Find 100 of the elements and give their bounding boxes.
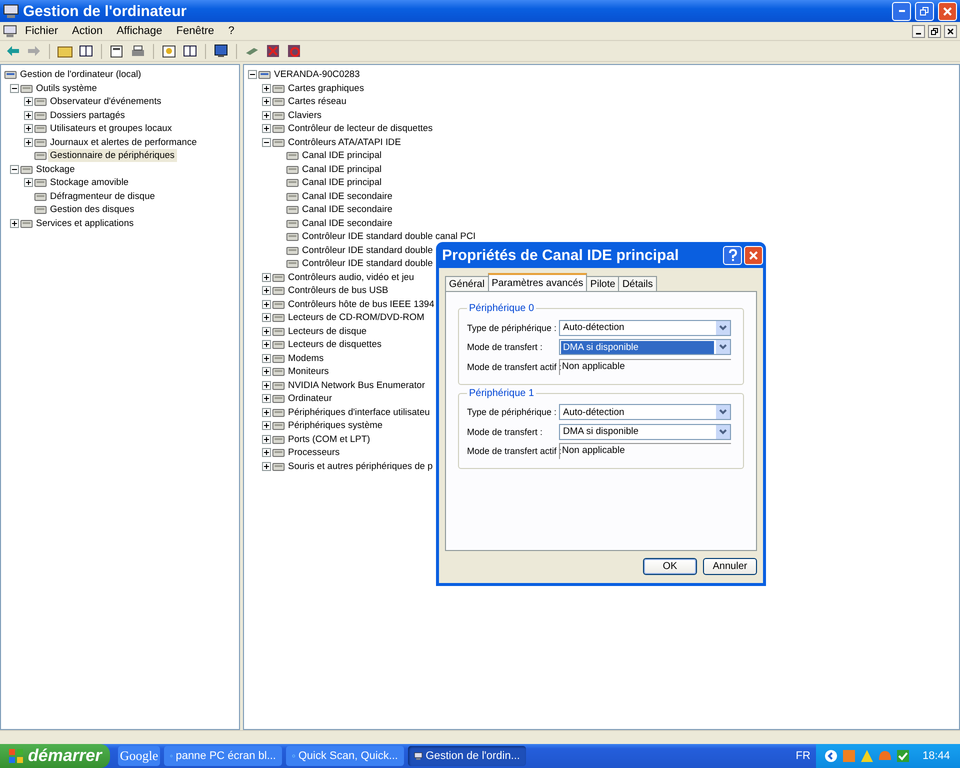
tree-item[interactable]: Lecteurs de disque <box>286 324 369 338</box>
expand-icon[interactable] <box>262 421 271 430</box>
tree-item[interactable]: Outils système <box>34 82 99 95</box>
language-indicator[interactable]: FR <box>796 750 810 762</box>
tree-item[interactable]: Contrôleur IDE standard double <box>300 244 435 257</box>
monitor-icon[interactable] <box>212 42 230 60</box>
expand-icon[interactable] <box>262 434 271 444</box>
collapse-icon[interactable] <box>262 138 271 147</box>
dropdown[interactable]: Auto-détection <box>559 320 731 336</box>
tree-item[interactable]: Contrôleur de lecteur de disquettes <box>286 122 435 136</box>
disable-icon[interactable] <box>285 42 303 60</box>
tree-item[interactable]: Dossiers partagés <box>48 108 127 122</box>
minimize-button[interactable] <box>912 24 925 38</box>
expand-icon[interactable] <box>262 313 271 322</box>
tab[interactable]: Pilote <box>586 276 620 291</box>
expand-icon[interactable] <box>262 367 271 376</box>
tree-item[interactable]: Canal IDE principal <box>300 149 384 162</box>
tree-item[interactable]: Canal IDE principal <box>300 176 384 190</box>
expand-icon[interactable] <box>262 124 271 134</box>
tree-item[interactable]: Canal IDE principal <box>300 162 384 176</box>
collapse-icon[interactable] <box>10 164 19 174</box>
expand-icon[interactable] <box>24 138 33 147</box>
tree-item[interactable]: Canal IDE secondaire <box>300 216 394 230</box>
tree-item[interactable]: Cartes réseau <box>286 95 348 108</box>
tree-item[interactable]: Canal IDE secondaire <box>300 203 394 216</box>
tree-item[interactable]: Contrôleurs de bus USB <box>286 284 390 298</box>
checkmark-icon[interactable] <box>896 749 910 763</box>
expand-icon[interactable] <box>262 462 271 471</box>
collapse-icon[interactable] <box>10 84 19 93</box>
help-icon[interactable] <box>160 42 178 60</box>
expand-icon[interactable] <box>24 97 33 106</box>
tree-item[interactable]: NVIDIA Network Bus Enumerator <box>286 378 427 392</box>
tree-item[interactable]: Cartes graphiques <box>286 82 366 95</box>
menu-item[interactable]: Affichage <box>110 25 168 37</box>
tree-item[interactable]: Lecteurs de disquettes <box>286 338 384 352</box>
tree-item[interactable]: Gestion des disques <box>48 203 136 216</box>
tree-item[interactable]: Ports (COM et LPT) <box>286 432 372 446</box>
expand-icon[interactable] <box>262 110 271 120</box>
tree-item[interactable]: Gestionnaire de périphériques <box>48 149 177 162</box>
dropdown[interactable]: DMA si disponible <box>559 424 731 440</box>
expand-icon[interactable] <box>262 272 271 282</box>
tree-item[interactable]: Canal IDE secondaire <box>300 190 394 203</box>
taskbar-button[interactable]: panne PC écran bl... <box>164 746 282 766</box>
dialog-button[interactable]: Annuler <box>703 558 757 575</box>
dropdown[interactable]: Auto-détection <box>559 404 731 420</box>
tab[interactable]: Paramètres avancés <box>488 273 588 291</box>
tree-item[interactable]: Stockage <box>34 162 77 176</box>
expand-icon[interactable] <box>24 110 33 120</box>
tree-item[interactable]: Journaux et alertes de performance <box>48 136 199 149</box>
remove-icon[interactable] <box>264 42 282 60</box>
menu-item[interactable]: ? <box>222 25 240 37</box>
columns-icon[interactable] <box>181 42 199 60</box>
expand-icon[interactable] <box>262 97 271 106</box>
help-button[interactable] <box>723 246 742 264</box>
expand-icon[interactable] <box>10 218 19 228</box>
tree-item[interactable]: Observateur d'événements <box>48 95 164 108</box>
columns-icon[interactable] <box>77 42 95 60</box>
tree-item[interactable]: Gestion de l'ordinateur (local) <box>18 68 144 82</box>
expand-icon[interactable] <box>262 326 271 336</box>
menu-item[interactable]: Fichier <box>19 25 64 37</box>
menu-item[interactable]: Fenêtre <box>170 25 220 37</box>
tree-item[interactable]: Contrôleurs hôte de bus IEEE 1394 <box>286 298 436 311</box>
tree-item[interactable]: Services et applications <box>34 216 136 230</box>
expand-icon[interactable] <box>262 300 271 309</box>
tab[interactable]: Détails <box>618 276 657 291</box>
tree-item[interactable]: Moniteurs <box>286 365 331 378</box>
tree-item[interactable]: Claviers <box>286 108 324 122</box>
tree-item[interactable]: Contrôleurs ATA/ATAPI IDE <box>286 136 403 149</box>
tree-item[interactable]: Contrôleur IDE standard double canal PCI <box>300 230 478 244</box>
tree-item[interactable]: Utilisateurs et groupes locaux <box>48 122 174 136</box>
tree-item[interactable]: Contrôleur IDE standard double <box>300 257 435 270</box>
expand-icon[interactable] <box>262 286 271 296</box>
tree-item[interactable]: Contrôleurs audio, vidéo et jeu <box>286 270 416 284</box>
tree-item[interactable]: Ordinateur <box>286 392 334 406</box>
tree-item[interactable]: Stockage amovible <box>48 176 131 190</box>
taskbar-button[interactable]: Quick Scan, Quick... <box>286 746 404 766</box>
chevron-icon[interactable] <box>824 749 838 763</box>
collapse-icon[interactable] <box>248 70 257 80</box>
tree-item[interactable]: Périphériques d'interface utilisateu <box>286 406 432 419</box>
expand-icon[interactable] <box>262 84 271 93</box>
tree-item[interactable]: Modems <box>286 352 326 365</box>
expand-icon[interactable] <box>262 380 271 390</box>
dialog-button[interactable]: OK <box>643 558 697 575</box>
expand-icon[interactable] <box>262 394 271 404</box>
tree-item[interactable]: Lecteurs de CD-ROM/DVD-ROM <box>286 311 426 324</box>
expand-icon[interactable] <box>262 354 271 363</box>
expand-icon[interactable] <box>262 408 271 417</box>
tree-item[interactable]: VERANDA-90C0283 <box>272 68 362 82</box>
restore-button[interactable] <box>928 24 941 38</box>
tree-item[interactable]: Défragmenteur de disque <box>48 190 157 203</box>
dropdown[interactable]: DMA si disponible <box>559 339 731 356</box>
tree-item[interactable]: Souris et autres périphériques de p <box>286 460 435 473</box>
tree-item[interactable]: Processeurs <box>286 446 342 460</box>
tab[interactable]: Général <box>445 276 489 291</box>
taskbar-button[interactable]: Gestion de l'ordin... <box>408 746 526 766</box>
expand-icon[interactable] <box>262 448 271 458</box>
expand-icon[interactable] <box>24 124 33 134</box>
expand-icon[interactable] <box>24 178 33 188</box>
tree-item[interactable]: Périphériques système <box>286 419 385 432</box>
menu-item[interactable]: Action <box>66 25 109 37</box>
